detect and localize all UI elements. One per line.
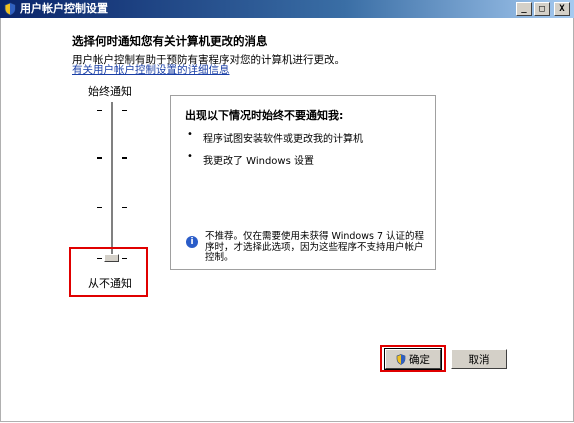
notification-slider-track[interactable] xyxy=(111,102,114,260)
slider-top-label: 始终通知 xyxy=(88,85,132,98)
bullet-item: 程序试图安装软件或更改我的计算机 xyxy=(203,134,363,145)
uac-settings-help-link[interactable]: 有关用户帐户控制设置的详细信息 xyxy=(72,62,230,77)
recommendation-note: 不推荐。仅在需要使用未获得 Windows 7 认证的程序时，才选择此选项，因为… xyxy=(205,231,425,263)
maximize-button[interactable]: □ xyxy=(534,2,550,16)
setting-description-panel: 出现以下情况时始终不要通知我: • 程序试图安装软件或更改我的计算机 • 我更改… xyxy=(170,95,436,270)
title-bar: 用户帐户控制设置 _ □ X xyxy=(0,0,574,18)
ok-highlight-box xyxy=(380,345,446,372)
window-title: 用户帐户控制设置 xyxy=(20,2,108,15)
close-button[interactable]: X xyxy=(554,2,570,16)
page-heading: 选择何时通知您有关计算机更改的消息 xyxy=(72,34,268,48)
slider-highlight-box xyxy=(69,247,148,297)
uac-shield-icon xyxy=(4,2,16,16)
bullet-item: 我更改了 Windows 设置 xyxy=(203,156,314,167)
slider-tick-right xyxy=(122,207,127,208)
info-icon: i xyxy=(186,236,198,248)
cancel-button[interactable]: 取消 xyxy=(451,349,507,369)
window-controls: _ □ X xyxy=(516,2,570,16)
minimize-button[interactable]: _ xyxy=(516,2,532,16)
cancel-button-label: 取消 xyxy=(468,353,490,366)
slider-tick-left xyxy=(97,157,102,159)
slider-tick-right xyxy=(122,110,127,111)
slider-tick-left xyxy=(97,110,102,111)
bullet-icon: • xyxy=(187,151,193,162)
panel-title: 出现以下情况时始终不要通知我: xyxy=(185,109,344,122)
slider-tick-left xyxy=(97,207,102,208)
bullet-icon: • xyxy=(187,129,193,140)
slider-tick-right xyxy=(122,157,127,159)
